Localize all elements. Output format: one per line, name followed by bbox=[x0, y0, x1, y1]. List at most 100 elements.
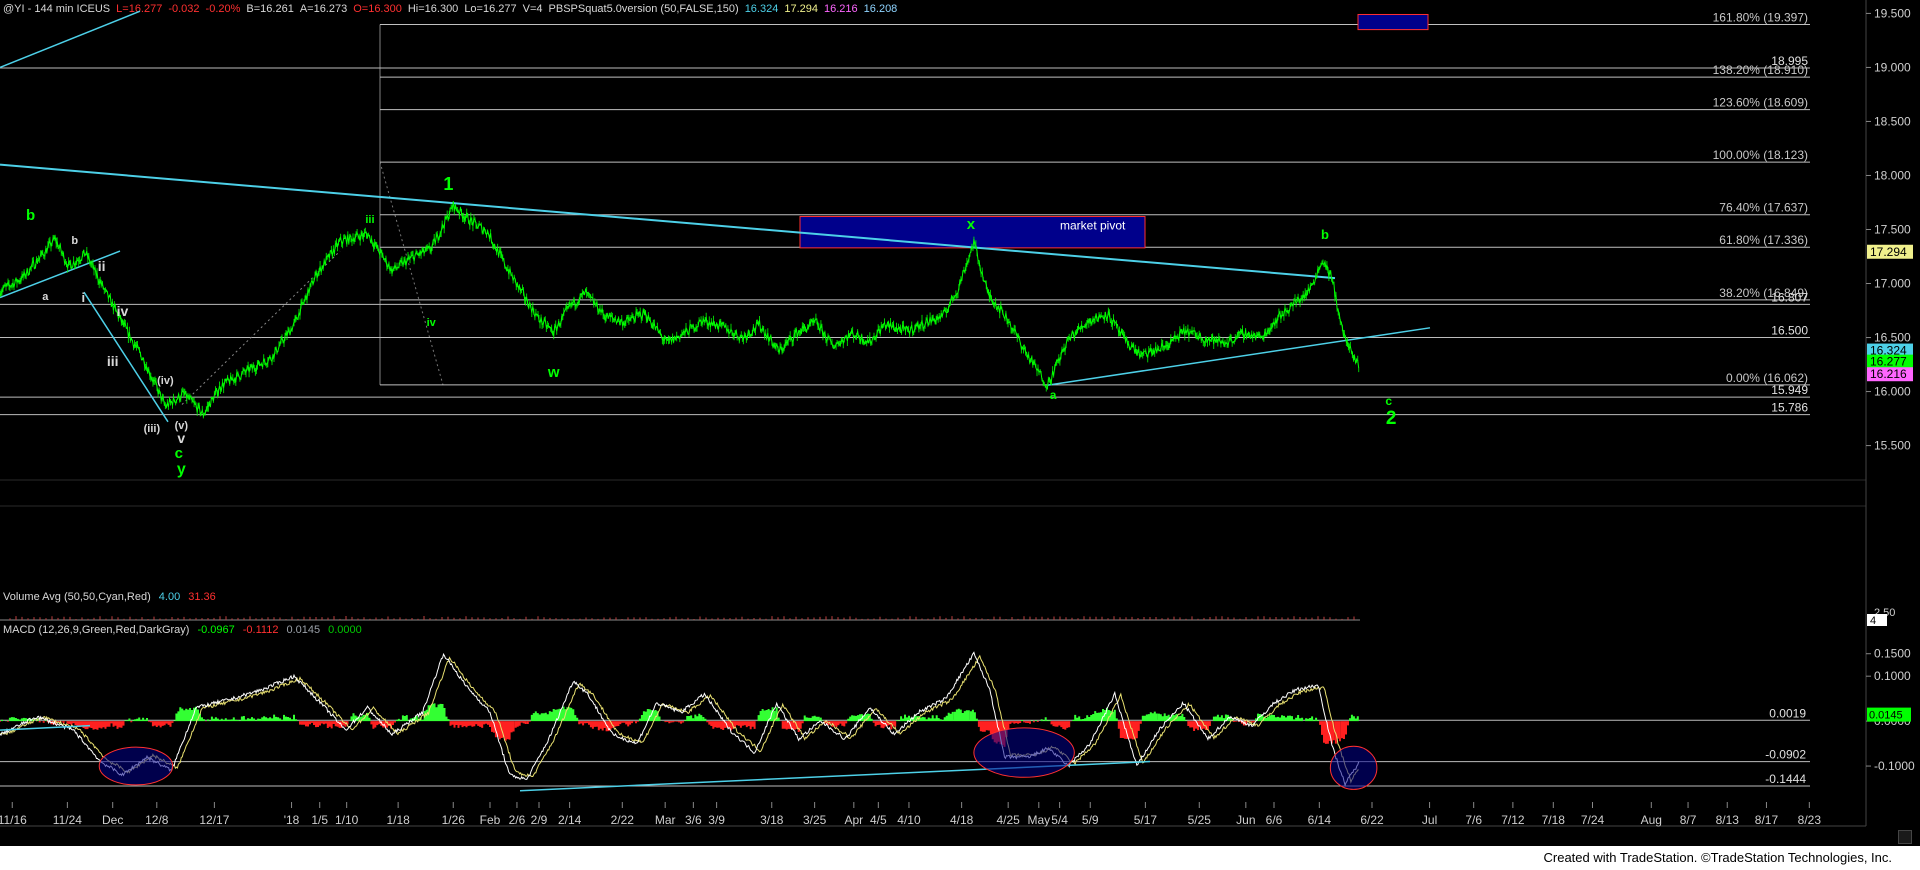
fib-anchor-line bbox=[379, 162, 444, 386]
wave-label-13: iii bbox=[365, 214, 374, 226]
price-axis-label: 17.500 bbox=[1874, 222, 1911, 236]
macd-histogram-negative bbox=[0, 721, 1349, 747]
x-axis-label-10: Feb bbox=[480, 813, 501, 827]
macd-value-3: 0.0000 bbox=[328, 624, 362, 636]
price-axis-label: 18.500 bbox=[1874, 114, 1911, 128]
horizontal-level-label-4: 15.786 bbox=[1771, 401, 1808, 415]
wave-label-10: v bbox=[177, 430, 185, 446]
x-axis-label-32: 6/14 bbox=[1308, 813, 1332, 827]
volume-panel-label: Volume Avg (50,50,Cyan,Red) bbox=[3, 591, 151, 603]
quote-value-3: B=16.261 bbox=[246, 3, 293, 15]
quote-value-1: -0.032 bbox=[168, 3, 199, 15]
x-axis-label-9: 1/26 bbox=[442, 813, 466, 827]
horizontal-level-label-2: 16.500 bbox=[1771, 324, 1808, 338]
x-axis-label-43: 8/23 bbox=[1798, 813, 1822, 827]
macd-highlight-ellipse-0 bbox=[98, 746, 174, 786]
price-axis-label: 16.500 bbox=[1874, 331, 1911, 345]
macd-value-1: -0.1112 bbox=[243, 624, 279, 636]
price-axis-label: 15.500 bbox=[1874, 439, 1911, 453]
market-pivot-label: market pivot bbox=[1060, 219, 1126, 233]
x-axis-label-17: 3/9 bbox=[708, 813, 725, 827]
x-axis-label-4: 12/17 bbox=[199, 813, 229, 827]
x-axis-label-35: 7/6 bbox=[1465, 813, 1482, 827]
quote-value-6: Hi=16.300 bbox=[408, 3, 458, 15]
wave-label-8: (iii) bbox=[144, 423, 161, 435]
fib-level-label-4: 76.40% (17.637) bbox=[1719, 201, 1808, 215]
x-axis-label-38: 7/24 bbox=[1581, 813, 1605, 827]
wave-label-7: (iv) bbox=[157, 375, 174, 387]
scroll-corner-button[interactable] bbox=[1898, 830, 1912, 844]
wave-label-21: 2 bbox=[1386, 408, 1397, 429]
wave-label-4: ii bbox=[98, 258, 106, 274]
wave-label-11: c bbox=[175, 445, 183, 462]
wave-label-16: w bbox=[547, 364, 560, 381]
price-series bbox=[0, 201, 1360, 418]
price-marker-label-0: 17.294 bbox=[1870, 245, 1907, 259]
quote-value-5: O=16.300 bbox=[353, 3, 402, 15]
quote-value-0: L=16.277 bbox=[116, 3, 162, 15]
x-axis-label-24: 4/25 bbox=[996, 813, 1020, 827]
horizontal-level-label-3: 15.949 bbox=[1771, 383, 1808, 397]
macd-highlight-ellipse-2 bbox=[1329, 745, 1378, 790]
x-axis-label-3: 12/8 bbox=[145, 813, 169, 827]
x-axis-label-16: 3/6 bbox=[685, 813, 702, 827]
x-axis-label-31: 6/6 bbox=[1266, 813, 1283, 827]
upper-left-trend-line bbox=[0, 10, 141, 69]
macd-value-0: -0.0967 bbox=[197, 624, 234, 636]
x-axis-label-36: 7/12 bbox=[1501, 813, 1525, 827]
quote-value-4: A=16.273 bbox=[300, 3, 347, 15]
macd-value-2: 0.0145 bbox=[286, 624, 320, 636]
x-axis-label-1: 11/24 bbox=[53, 813, 82, 827]
wave-label-14: iv bbox=[427, 317, 437, 329]
price-axis-label: 16.000 bbox=[1874, 385, 1911, 399]
x-axis-label-20: Apr bbox=[844, 813, 863, 827]
indicator-value-2: 16.216 bbox=[824, 3, 858, 15]
x-axis-label-7: 1/10 bbox=[335, 813, 359, 827]
x-axis-label-14: 2/22 bbox=[611, 813, 635, 827]
macd-highlight-ellipse-1 bbox=[973, 727, 1075, 778]
tradestation-chart-window: @YI - 144 min ICEUS L=16.277 -0.032 -0.20% B… bbox=[0, 0, 1920, 870]
x-axis-label-26: 5/4 bbox=[1051, 813, 1068, 827]
wave-label-3: i bbox=[81, 290, 85, 305]
chart-canvas: @YI - 144 min ICEUS L=16.277 -0.032 -0.20% B… bbox=[0, 0, 1915, 827]
x-axis-label-18: 3/18 bbox=[760, 813, 784, 827]
quote-value-2: -0.20% bbox=[206, 3, 241, 15]
macd-axis-label: -0.1000 bbox=[1874, 759, 1915, 773]
indicator-value-3: 16.208 bbox=[864, 3, 898, 15]
x-axis-label-37: 7/18 bbox=[1542, 813, 1566, 827]
price-axis-label: 19.500 bbox=[1874, 6, 1911, 20]
indicator-value-1: 17.294 bbox=[784, 3, 818, 15]
wave-label-12: y bbox=[177, 461, 186, 478]
x-axis-label-13: 2/14 bbox=[558, 813, 582, 827]
price-axis-label: 17.000 bbox=[1874, 277, 1911, 291]
x-axis-label-12: 2/9 bbox=[531, 813, 548, 827]
x-axis-label-34: Jul bbox=[1422, 813, 1437, 827]
x-axis-label-42: 8/17 bbox=[1755, 813, 1779, 827]
horizontal-level-label-1: 16.807 bbox=[1771, 290, 1808, 304]
x-axis-label-40: 8/7 bbox=[1680, 813, 1697, 827]
macd-axis-label: 0.1000 bbox=[1874, 669, 1911, 683]
x-axis-label-5: '18 bbox=[284, 813, 300, 827]
price-axis-label: 18.000 bbox=[1874, 168, 1911, 182]
volume-axis-label-1: 4 bbox=[1870, 615, 1876, 627]
volume-bars bbox=[9, 616, 1355, 620]
macd-level-label-0: 0.0019 bbox=[1769, 706, 1806, 720]
price-axis-label: 19.000 bbox=[1874, 60, 1911, 74]
x-axis-label-19: 3/25 bbox=[803, 813, 827, 827]
volume-value-1: 31.36 bbox=[188, 591, 216, 603]
x-axis-label-28: 5/17 bbox=[1134, 813, 1158, 827]
wave-label-15: 1 bbox=[443, 174, 453, 194]
wave-label-17: x bbox=[967, 216, 976, 233]
wave-label-19: b bbox=[1321, 227, 1329, 242]
x-axis-label-22: 4/10 bbox=[897, 813, 921, 827]
extension-target-box bbox=[1357, 13, 1429, 31]
fib-level-label-2: 123.60% (18.609) bbox=[1713, 96, 1808, 110]
x-axis-label-25: May bbox=[1027, 813, 1050, 827]
wave-label-6: iv bbox=[117, 303, 129, 319]
x-axis-label-29: 5/25 bbox=[1188, 813, 1212, 827]
wave-label-1: a bbox=[42, 291, 49, 303]
macd-panel-label: MACD (12,26,9,Green,Red,DarkGray) bbox=[3, 624, 189, 636]
fib-level-label-5: 61.80% (17.336) bbox=[1719, 233, 1808, 247]
quote-value-7: Lo=16.277 bbox=[464, 3, 516, 15]
x-axis-label-21: 4/5 bbox=[870, 813, 887, 827]
